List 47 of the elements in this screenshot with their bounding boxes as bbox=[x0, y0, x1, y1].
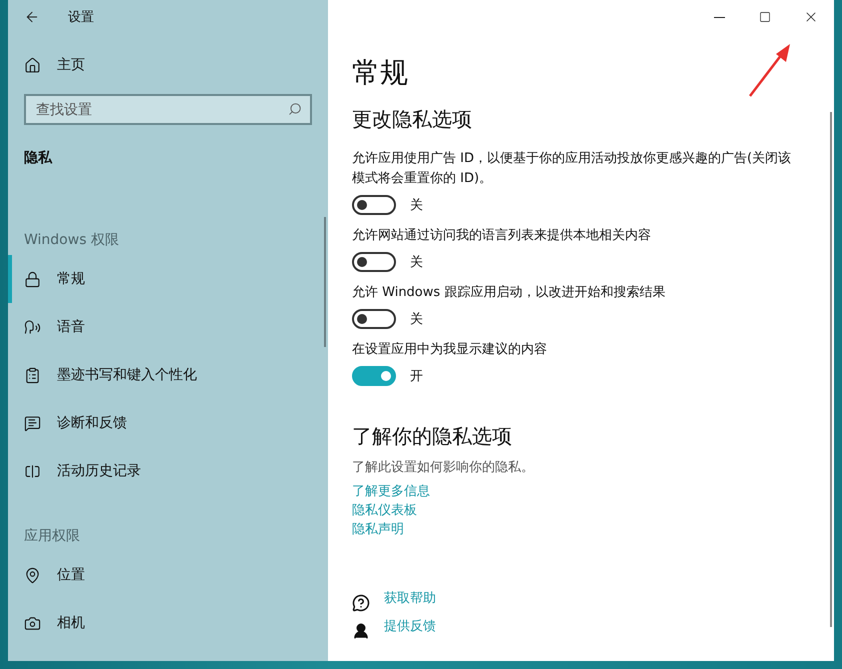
nav-item[interactable]: 墨迹书写和键入个性化 bbox=[8, 351, 328, 399]
toggle-state-label: 关 bbox=[410, 197, 423, 214]
question-bubble-icon bbox=[352, 594, 370, 612]
home-icon bbox=[24, 56, 41, 74]
nav-item[interactable]: 活动历史记录 bbox=[8, 447, 328, 495]
window-title: 设置 bbox=[68, 9, 94, 26]
pin-icon bbox=[24, 566, 41, 584]
toggle-switch[interactable] bbox=[352, 366, 396, 386]
nav-label: 主页 bbox=[57, 56, 85, 74]
frame-icon bbox=[24, 462, 41, 480]
scrollbar[interactable] bbox=[830, 112, 832, 627]
toggle-switch[interactable] bbox=[352, 309, 396, 329]
nav-item[interactable]: 语音 bbox=[8, 303, 328, 351]
nav-item[interactable]: 诊断和反馈 bbox=[8, 399, 328, 447]
toggle-switch[interactable] bbox=[352, 195, 396, 215]
scrollbar[interactable] bbox=[324, 217, 326, 347]
nav-item[interactable]: 位置 bbox=[8, 551, 328, 599]
option-description: 在设置应用中为我显示建议的内容 bbox=[352, 341, 548, 359]
annotation-arrow bbox=[748, 42, 792, 98]
clipboard-icon bbox=[24, 366, 41, 384]
search-field[interactable]: 查找设置 bbox=[24, 94, 312, 125]
home-nav-item[interactable]: 主页 bbox=[8, 40, 328, 90]
group-heading: 应用权限 bbox=[23, 527, 81, 546]
person-icon bbox=[352, 622, 370, 640]
section-heading: 隐私 bbox=[23, 149, 54, 168]
back-button[interactable] bbox=[24, 9, 40, 25]
nav-item[interactable]: 常规 bbox=[8, 255, 328, 303]
info-text: 了解此设置如何影响你的隐私。 bbox=[352, 459, 535, 476]
search-icon bbox=[288, 102, 302, 116]
toggle-state-label: 开 bbox=[410, 368, 423, 385]
toggle-switch[interactable] bbox=[352, 252, 396, 272]
toggle-state-label: 关 bbox=[410, 254, 423, 271]
minimize-icon bbox=[714, 16, 724, 18]
option-description: 允许应用使用广告 ID，以便基于你的应用活动投放你更感兴趣的广告(关闭该模式将会重置你的 ID)。 bbox=[352, 150, 792, 188]
section-title: 了解你的隐私选项 bbox=[352, 423, 513, 450]
page-title: 常规 bbox=[352, 55, 408, 91]
speaking-person-icon bbox=[24, 318, 41, 336]
section-title: 更改隐私选项 bbox=[352, 106, 473, 133]
toggle-state-label: 关 bbox=[410, 311, 423, 328]
camera-icon bbox=[24, 614, 41, 632]
option-description: 允许 Windows 跟踪应用启动，以改进开始和搜索结果 bbox=[352, 284, 666, 302]
nav-item[interactable]: 相机 bbox=[8, 599, 328, 647]
chat-icon bbox=[24, 414, 41, 432]
maximize-icon bbox=[759, 11, 771, 23]
lock-icon bbox=[24, 270, 41, 288]
option-description: 允许网站通过访问我的语言列表来提供本地相关内容 bbox=[352, 227, 652, 245]
group-heading: Windows 权限 bbox=[23, 231, 120, 250]
